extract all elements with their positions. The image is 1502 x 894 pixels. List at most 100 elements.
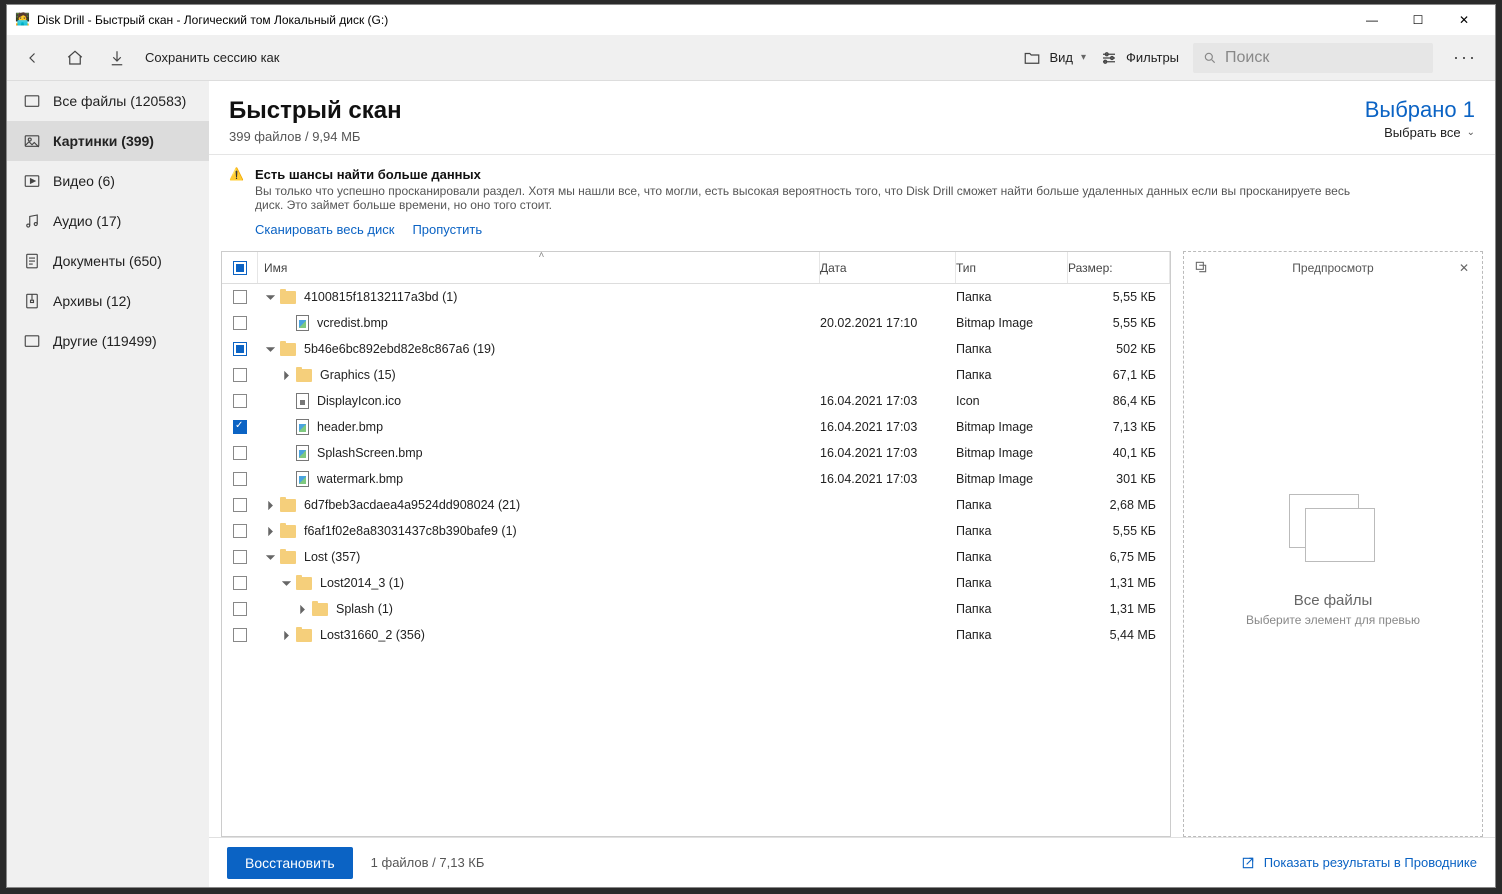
chevron-right-icon[interactable] xyxy=(280,369,292,381)
preview-title: Предпросмотр xyxy=(1210,261,1456,275)
table-row[interactable]: vcredist.bmp20.02.2021 17:10Bitmap Image… xyxy=(222,310,1170,336)
sidebar-item[interactable]: Все файлы (120583) xyxy=(7,81,209,121)
bitmap-file-icon xyxy=(296,445,309,461)
preview-hint: Выберите элемент для превью xyxy=(1246,613,1420,627)
row-checkbox[interactable] xyxy=(233,602,247,616)
folder-icon xyxy=(296,577,312,590)
file-size: 7,13 КБ xyxy=(1068,420,1170,434)
table-row[interactable]: 5b46e6bc892ebd82e8c867a6 (19) Папка502 КБ xyxy=(222,336,1170,362)
row-checkbox[interactable] xyxy=(233,550,247,564)
row-checkbox[interactable] xyxy=(233,628,247,642)
table-row[interactable]: SplashScreen.bmp16.04.2021 17:03Bitmap I… xyxy=(222,440,1170,466)
app-icon: 🧑‍💻 xyxy=(15,12,31,28)
file-name: Splash (1) xyxy=(336,602,393,616)
view-button[interactable]: Вид ▾ xyxy=(1023,49,1086,67)
chevron-down-icon[interactable] xyxy=(264,551,276,563)
file-date: 16.04.2021 17:03 xyxy=(820,472,956,486)
chevron-down-icon[interactable] xyxy=(264,291,276,303)
chevron-right-icon[interactable] xyxy=(264,499,276,511)
row-checkbox[interactable] xyxy=(233,498,247,512)
table-row[interactable]: Splash (1)Папка1,31 МБ xyxy=(222,596,1170,622)
select-all-checkbox[interactable] xyxy=(233,261,247,275)
sidebar-item[interactable]: Картинки (399) xyxy=(7,121,209,161)
close-button[interactable]: ✕ xyxy=(1441,5,1487,35)
show-in-explorer-link[interactable]: Показать результаты в Проводнике xyxy=(1240,855,1477,871)
folder-icon xyxy=(280,343,296,356)
chevron-right-icon[interactable] xyxy=(296,603,308,615)
row-checkbox[interactable] xyxy=(233,472,247,486)
file-date: 16.04.2021 17:03 xyxy=(820,420,956,434)
sidebar-item[interactable]: Документы (650) xyxy=(7,241,209,281)
file-size: 502 КБ xyxy=(1068,342,1170,356)
file-date: 16.04.2021 17:03 xyxy=(820,394,956,408)
table-row[interactable]: DisplayIcon.ico16.04.2021 17:03Icon86,4 … xyxy=(222,388,1170,414)
row-checkbox[interactable] xyxy=(233,394,247,408)
sidebar-item-label: Архивы (12) xyxy=(53,293,131,309)
category-icon xyxy=(23,292,41,310)
skip-link[interactable]: Пропустить xyxy=(412,222,482,237)
download-icon[interactable] xyxy=(103,44,131,72)
scan-disk-link[interactable]: Сканировать весь диск xyxy=(255,222,394,237)
table-row[interactable]: 6d7fbeb3acdaea4a9524dd908024 (21)Папка2,… xyxy=(222,492,1170,518)
column-date[interactable]: Дата xyxy=(820,252,956,283)
table-row[interactable]: watermark.bmp16.04.2021 17:03Bitmap Imag… xyxy=(222,466,1170,492)
select-all-button[interactable]: Выбрать все ⌄ xyxy=(1365,125,1475,140)
app-window: 🧑‍💻 Disk Drill - Быстрый скан - Логическ… xyxy=(6,4,1496,888)
search-input[interactable]: Поиск xyxy=(1193,43,1433,73)
home-button[interactable] xyxy=(61,44,89,72)
row-checkbox[interactable] xyxy=(233,316,247,330)
sidebar-item[interactable]: Видео (6) xyxy=(7,161,209,201)
chevron-right-icon[interactable] xyxy=(264,525,276,537)
file-type: Папка xyxy=(956,576,1068,590)
table-row[interactable]: Lost (357)Папка6,75 МБ xyxy=(222,544,1170,570)
sidebar-item[interactable]: Аудио (17) xyxy=(7,201,209,241)
more-button[interactable]: ··· xyxy=(1447,47,1483,68)
sidebar-item[interactable]: Архивы (12) xyxy=(7,281,209,321)
row-checkbox[interactable] xyxy=(233,420,247,434)
table-row[interactable]: 4100815f18132117a3bd (1)Папка5,55 КБ xyxy=(222,284,1170,310)
grid-body: 4100815f18132117a3bd (1)Папка5,55 КБvcre… xyxy=(222,284,1170,836)
file-size: 5,55 КБ xyxy=(1068,290,1170,304)
recover-button[interactable]: Восстановить xyxy=(227,847,353,879)
save-session-button[interactable]: Сохранить сессию как xyxy=(145,50,279,65)
chevron-down-icon: ⌄ xyxy=(1467,127,1475,138)
table-row[interactable]: Lost31660_2 (356)Папка5,44 МБ xyxy=(222,622,1170,648)
table-row[interactable]: header.bmp16.04.2021 17:03Bitmap Image7,… xyxy=(222,414,1170,440)
file-type: Bitmap Image xyxy=(956,446,1068,460)
row-checkbox[interactable] xyxy=(233,576,247,590)
row-checkbox[interactable] xyxy=(233,446,247,460)
sliders-icon xyxy=(1100,49,1118,67)
column-type[interactable]: Тип xyxy=(956,252,1068,283)
row-checkbox[interactable] xyxy=(233,342,247,356)
preview-placeholder-icon xyxy=(1289,494,1377,564)
table-row[interactable]: f6af1f02e8a83031437c8b390bafe9 (1)Папка5… xyxy=(222,518,1170,544)
column-name[interactable]: Имя˄ xyxy=(258,252,820,283)
chevron-down-icon[interactable] xyxy=(264,343,276,355)
minimize-button[interactable]: — xyxy=(1349,5,1395,35)
file-name: 5b46e6bc892ebd82e8c867a6 (19) xyxy=(304,342,495,356)
column-size[interactable]: Размер: xyxy=(1068,252,1170,283)
close-preview-button[interactable]: ✕ xyxy=(1456,261,1472,275)
popout-icon[interactable] xyxy=(1194,260,1210,277)
chevron-right-icon[interactable] xyxy=(280,629,292,641)
chevron-down-icon[interactable] xyxy=(280,577,292,589)
category-icon xyxy=(23,212,41,230)
file-type: Папка xyxy=(956,550,1068,564)
warning-icon: ⚠️ xyxy=(229,167,245,183)
filters-button[interactable]: Фильтры xyxy=(1100,49,1179,67)
sidebar-item[interactable]: Другие (119499) xyxy=(7,321,209,361)
category-icon xyxy=(23,132,41,150)
chevron-down-icon: ▾ xyxy=(1081,52,1086,63)
row-checkbox[interactable] xyxy=(233,290,247,304)
row-checkbox[interactable] xyxy=(233,368,247,382)
sidebar-item-label: Все файлы (120583) xyxy=(53,93,186,109)
file-type: Bitmap Image xyxy=(956,472,1068,486)
back-button[interactable] xyxy=(19,44,47,72)
file-type: Папка xyxy=(956,342,1068,356)
file-size: 1,31 МБ xyxy=(1068,576,1170,590)
table-row[interactable]: Graphics (15)Папка67,1 КБ xyxy=(222,362,1170,388)
sidebar-item-label: Видео (6) xyxy=(53,173,115,189)
maximize-button[interactable]: ☐ xyxy=(1395,5,1441,35)
row-checkbox[interactable] xyxy=(233,524,247,538)
table-row[interactable]: Lost2014_3 (1)Папка1,31 МБ xyxy=(222,570,1170,596)
